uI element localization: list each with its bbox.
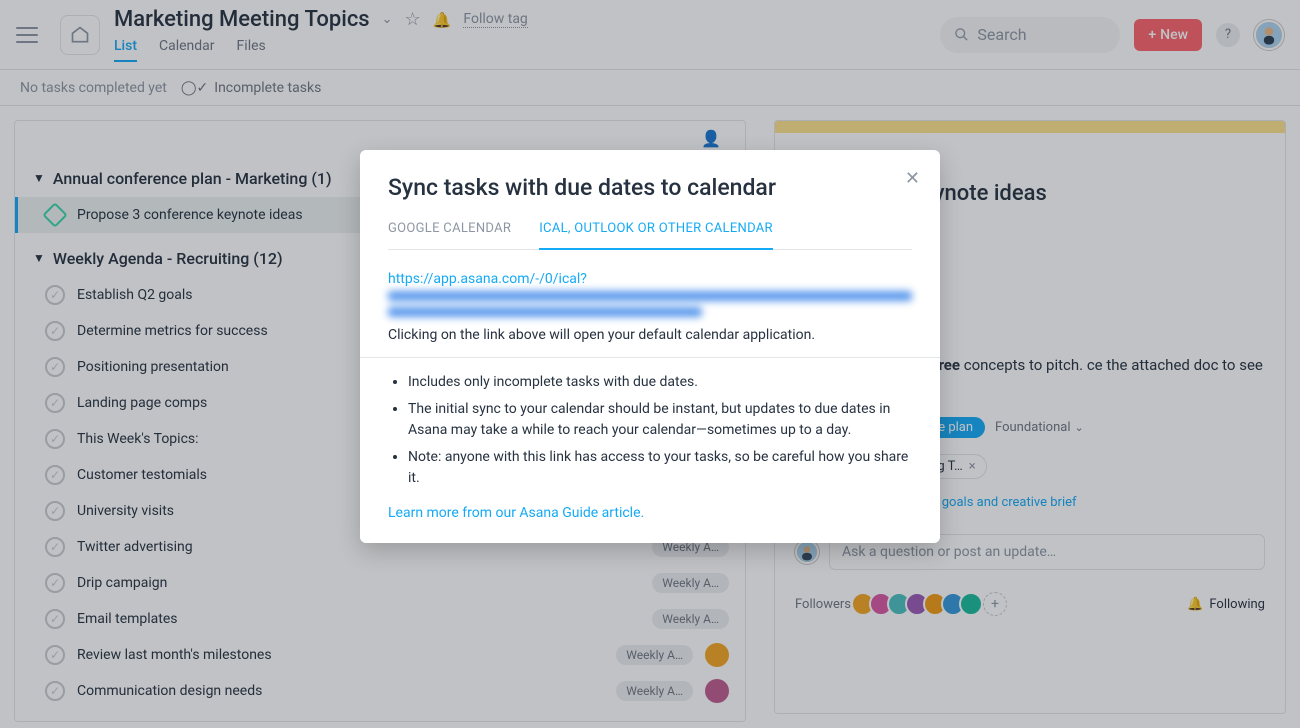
close-icon[interactable]: ✕ [905, 168, 920, 189]
modal-tabs: GOOGLE CALENDAR ICAL, OUTLOOK OR OTHER C… [388, 215, 912, 250]
modal-title: Sync tasks with due dates to calendar [388, 174, 912, 201]
redacted-link [388, 291, 912, 317]
divider [360, 357, 940, 358]
sync-calendar-modal: ✕ Sync tasks with due dates to calendar … [360, 150, 940, 543]
modal-bullets: Includes only incomplete tasks with due … [388, 372, 912, 489]
modal-scrim[interactable]: ✕ Sync tasks with due dates to calendar … [0, 0, 1300, 728]
ical-link[interactable]: https://app.asana.com/-/0/ical? [388, 271, 587, 287]
modal-help-text: Clicking on the link above will open you… [388, 327, 912, 343]
ical-link-block: https://app.asana.com/-/0/ical? [388, 268, 912, 317]
tab-google-calendar[interactable]: GOOGLE CALENDAR [388, 215, 511, 249]
learn-more-link[interactable]: Learn more from our Asana Guide article. [388, 505, 644, 521]
tab-ical[interactable]: ICAL, OUTLOOK OR OTHER CALENDAR [539, 215, 773, 250]
